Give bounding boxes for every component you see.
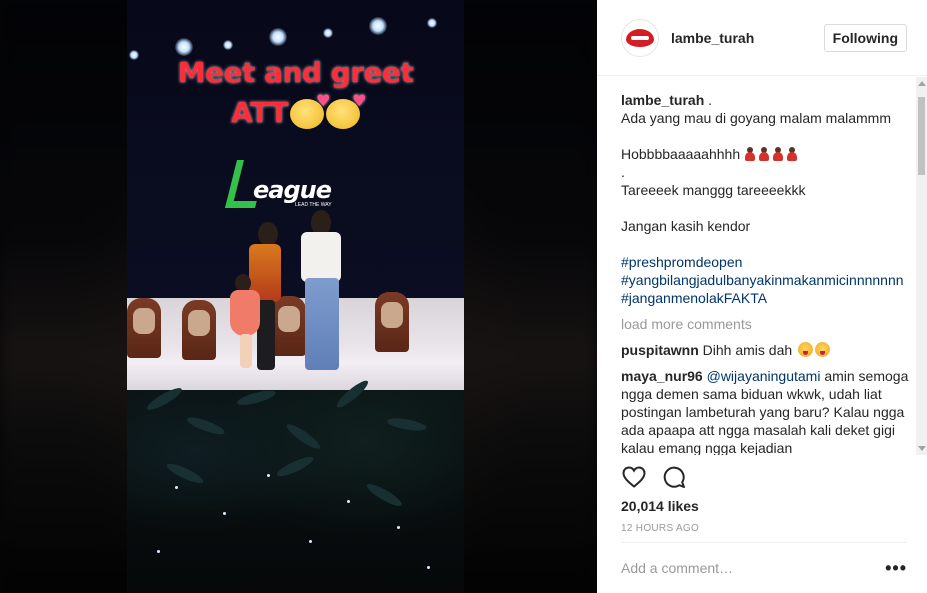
avatar[interactable] xyxy=(621,18,659,57)
stage-light xyxy=(175,38,193,56)
scroll-up-arrow-icon[interactable] xyxy=(918,81,926,86)
scroll-down-arrow-icon[interactable] xyxy=(918,446,926,451)
post-side-panel: lambe_turah Following lambe_turah . Ada … xyxy=(597,0,927,593)
speech-bubble-icon xyxy=(663,466,685,488)
hashtags: #preshpromdeopen xyxy=(621,253,911,271)
foreground-plants xyxy=(127,377,464,593)
lips-logo-icon xyxy=(626,28,654,47)
hashtag-link[interactable]: #preshpromdeopen xyxy=(621,254,742,270)
comment-item: puspitawnn Dihh amis dah xyxy=(621,341,911,359)
stage-light xyxy=(369,17,387,35)
comment-item: maya_nur96 @wijayaningutami amin semoga … xyxy=(621,368,909,455)
comments-list[interactable]: lambe_turah . Ada yang mau di goyang mal… xyxy=(621,77,911,455)
hashtag-link[interactable]: #janganmenolakFAKTA xyxy=(621,290,767,306)
caption-line: Ada yang mau di goyang malam malammm xyxy=(621,110,892,126)
stage-chair xyxy=(182,300,216,360)
caption-line: Tareeeek manggg tareeeekkk xyxy=(621,182,806,198)
mention-link[interactable]: @wijayaningutami xyxy=(707,368,821,384)
caption-username[interactable]: lambe_turah xyxy=(621,92,704,108)
post-modal: Meet and greet ATT eague LEAD THE WAY xyxy=(0,0,927,593)
tongue-emoji-icon xyxy=(815,342,831,357)
caption-line: Jangan kasih kendor xyxy=(621,218,751,234)
post-header: lambe_turah Following xyxy=(597,0,927,76)
load-more-comments-link[interactable]: load more comments xyxy=(621,315,911,333)
stage-chair xyxy=(127,298,161,358)
post-timestamp[interactable]: 12 HOURS AGO xyxy=(621,523,699,534)
overlay-title-line2: ATT xyxy=(127,91,464,129)
tongue-emoji-icon xyxy=(798,342,814,357)
comment-input[interactable] xyxy=(621,560,861,576)
add-comment-bar: ••• xyxy=(621,542,907,593)
likes-count[interactable]: 20,014 likes xyxy=(621,498,699,514)
dancer-emoji-icon xyxy=(744,147,756,161)
kiss-emoji-icon xyxy=(289,91,330,129)
dancer-emoji-icon xyxy=(786,147,798,161)
hashtags: #yangbilangjadulbanyakinmakanmicinnnnnnn… xyxy=(621,271,911,307)
comment-button[interactable] xyxy=(661,464,687,490)
hashtag-link[interactable]: #yangbilangjadulbanyakinmakanmicinnnnnnn xyxy=(621,272,904,288)
overlay-title-line1: Meet and greet xyxy=(177,56,414,89)
stage-chair xyxy=(375,292,409,352)
more-dots-icon[interactable]: ••• xyxy=(885,559,907,577)
comment-username[interactable]: puspitawnn xyxy=(621,342,699,358)
like-button[interactable] xyxy=(621,464,647,490)
dancer-emoji-icon xyxy=(758,147,770,161)
header-username[interactable]: lambe_turah xyxy=(671,30,824,46)
dancer-emoji-icon xyxy=(772,147,784,161)
comments-scrollbar[interactable] xyxy=(916,77,927,455)
caption-line: . xyxy=(621,164,625,180)
caption-header: lambe_turah . xyxy=(621,92,713,108)
scrollbar-thumb[interactable] xyxy=(918,97,925,175)
stage-light xyxy=(269,28,287,46)
league-logo: eague LEAD THE WAY xyxy=(225,160,351,212)
comment-username[interactable]: maya_nur96 xyxy=(621,368,703,384)
stage-light xyxy=(223,40,233,50)
stage-light xyxy=(427,18,437,28)
kiss-emoji-icon xyxy=(325,91,366,129)
post-media[interactable]: Meet and greet ATT eague LEAD THE WAY xyxy=(0,0,597,593)
stage-light xyxy=(323,28,333,38)
caption-line: Hobbbbaaaaahhhh xyxy=(621,145,911,163)
post-actions xyxy=(621,462,907,492)
heart-outline-icon xyxy=(622,466,646,488)
stage-chair xyxy=(272,296,306,356)
following-button[interactable]: Following xyxy=(823,23,907,52)
video-frame[interactable]: Meet and greet ATT eague LEAD THE WAY xyxy=(127,0,464,593)
